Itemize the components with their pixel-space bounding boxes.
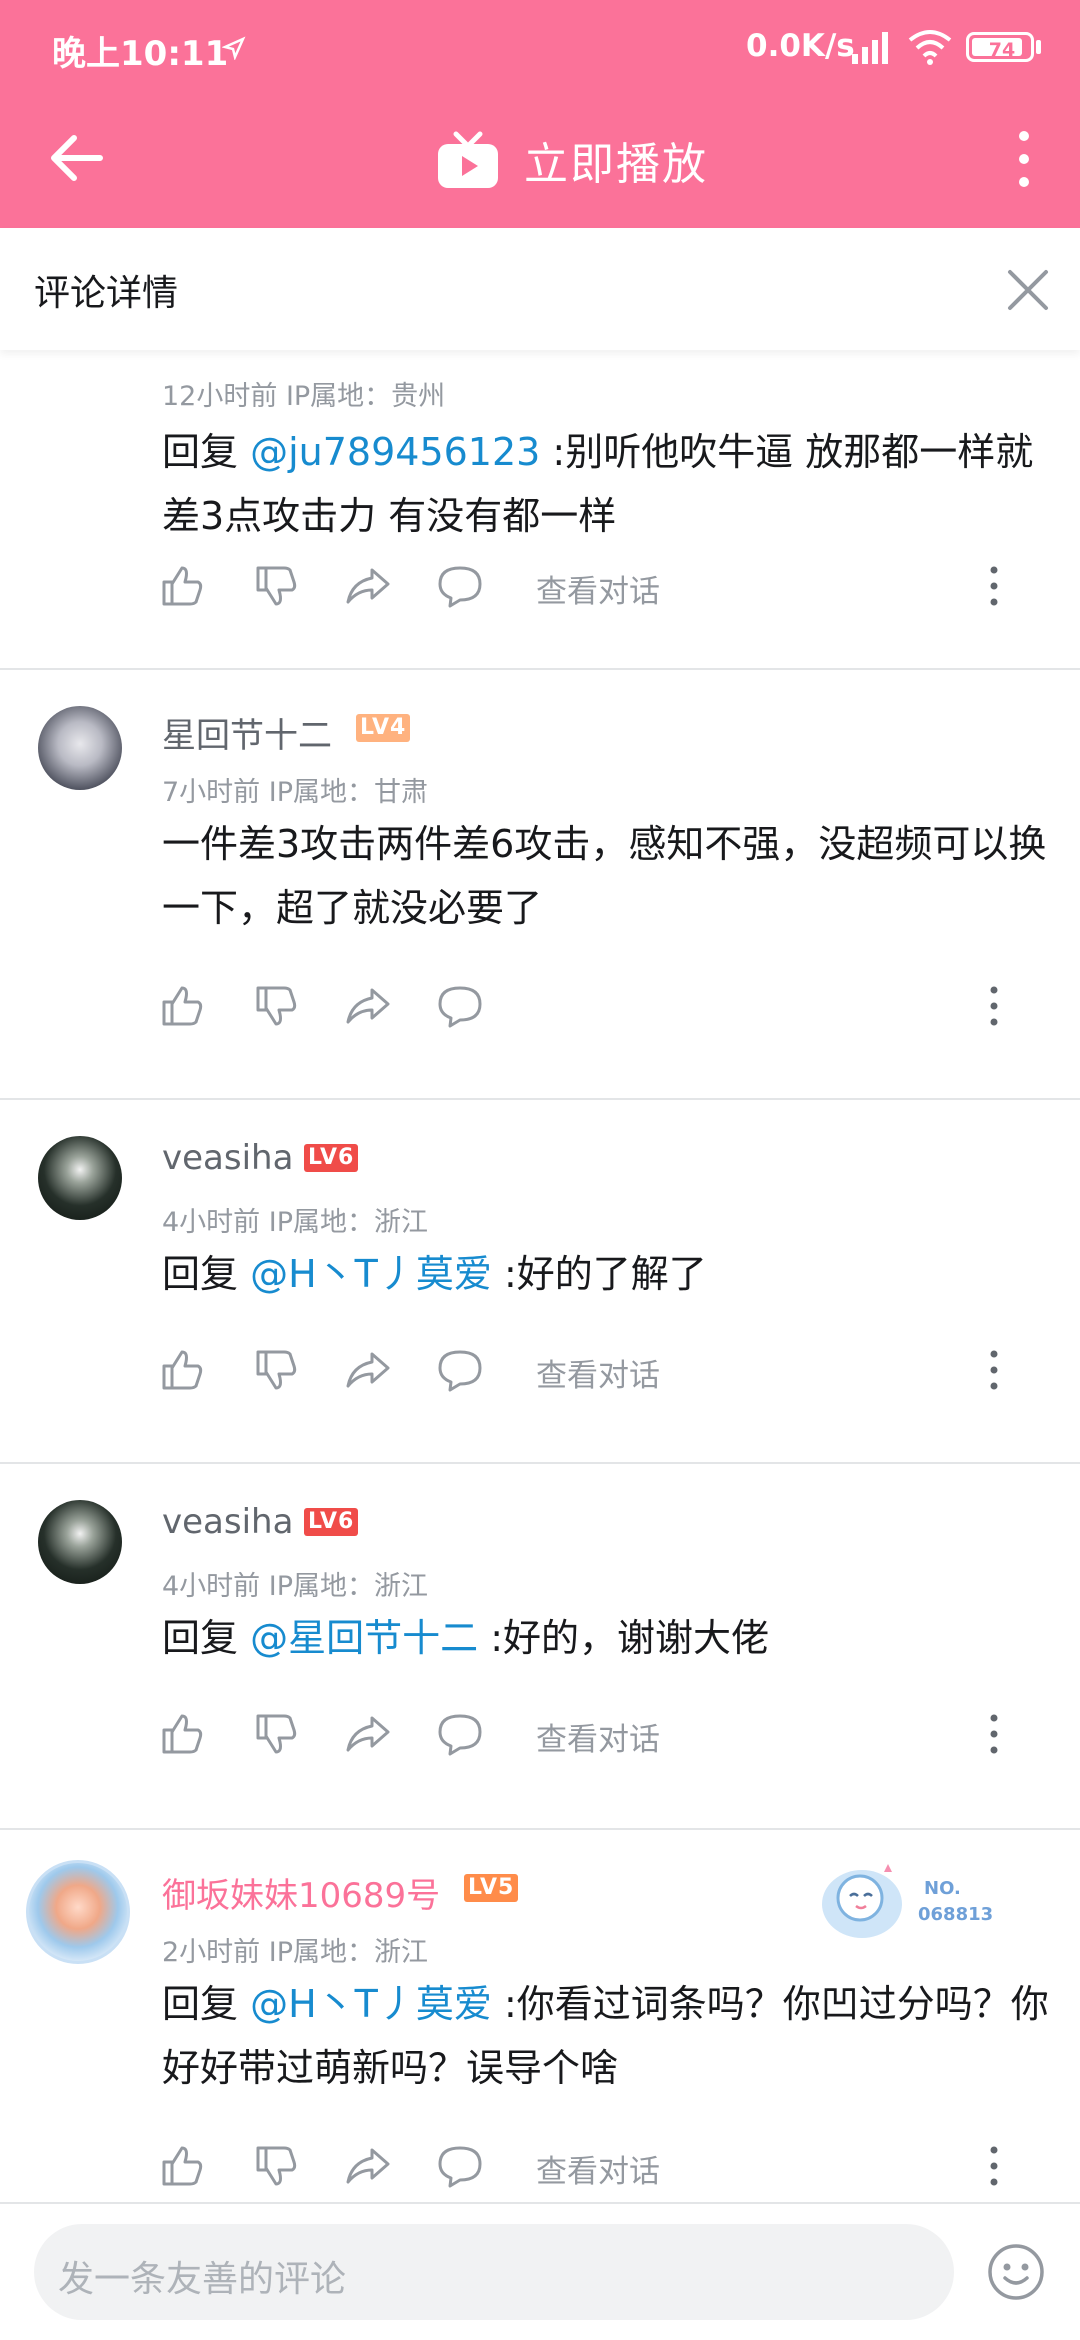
battery-icon: 74 [966,32,1034,62]
reply-prefix: 回复 [162,1252,251,1296]
comment-bubble-icon[interactable] [436,1710,484,1758]
comment-detail-header: 评论详情 [0,228,1080,350]
header-title: 立即播放 [524,139,708,190]
level-badge: LV4 [356,714,411,742]
comment-actions: 查看对话 [158,1346,1058,1402]
view-conversation-link[interactable]: 查看对话 [536,1350,660,1395]
mention-link[interactable]: @H丶T丿莫爱 [250,1252,492,1296]
thumbs-down-icon[interactable] [252,982,300,1030]
comment-bubble-icon[interactable] [436,1346,484,1394]
comment-actions [158,982,1058,1038]
comment-meta: 4小时前 IP属地：浙江 [162,1207,429,1238]
username[interactable]: veasiha [162,1138,293,1178]
comment-input-bar: 发一条友善的评论 [0,2202,1080,2340]
view-conversation-link[interactable]: 查看对话 [536,1714,660,1759]
comment-meta: 12小时前 IP属地：贵州 [162,381,446,412]
tv-play-icon [438,131,498,188]
avatar[interactable] [38,1500,122,1584]
location-arrow-icon [222,36,246,60]
comment-actions: 查看对话 [158,562,1058,618]
emoji-icon[interactable] [986,2242,1046,2302]
avatar[interactable] [38,1136,122,1220]
share-icon[interactable] [344,562,392,610]
comment-content: 一件差3攻击两件差6攻击，感知不强，没超频可以换一下，超了就没必要了 [162,812,1052,940]
thumbs-up-icon[interactable] [158,2142,206,2190]
comment-meta: 4小时前 IP属地：浙江 [162,1571,429,1602]
more-vertical-icon[interactable] [984,2142,1004,2190]
thumbs-down-icon[interactable] [252,1710,300,1758]
top-bar: 晚上10:11 0.0K/s 74 立即播放 [0,0,1080,228]
level-badge: LV6 [304,1144,359,1172]
comment-meta: 7小时前 IP属地：甘肃 [162,777,429,808]
comment-actions: 查看对话 [158,2142,1058,2198]
comment-content: 回复 @星回节十二 :好的，谢谢大佬 [162,1606,1052,1670]
avatar[interactable] [38,706,122,790]
mention-link[interactable]: @ju789456123 [250,430,540,474]
thumbs-up-icon[interactable] [158,1346,206,1394]
share-icon[interactable] [344,1710,392,1758]
thumbs-up-icon[interactable] [158,982,206,1030]
reply-prefix: 回复 [162,1982,251,2026]
reply-prefix: 回复 [162,1616,251,1660]
wifi-icon [908,30,952,65]
more-vertical-icon[interactable] [984,1710,1004,1758]
app-root: 晚上10:11 0.0K/s 74 立即播放 评论详情 12小时前 IP属地：贵… [0,0,1080,2340]
play-now-button[interactable]: 立即播放 [436,120,708,200]
comment-bubble-icon[interactable] [436,562,484,610]
more-vertical-icon[interactable] [984,982,1004,1030]
comment-content: 回复 @H丶T丿莫爱 :你看过词条吗？你凹过分吗？你好好带过萌新吗？误导个啥 [162,1972,1052,2100]
network-speed: 0.0K/s [746,28,855,64]
status-bar: 晚上10:11 0.0K/s 74 [0,0,1080,98]
comment-content: 回复 @H丶T丿莫爱 :好的了解了 [162,1242,1052,1306]
view-conversation-link[interactable]: 查看对话 [536,2146,660,2191]
view-conversation-link[interactable]: 查看对话 [536,566,660,611]
comment-input-placeholder: 发一条友善的评论 [58,2259,347,2300]
username[interactable]: veasiha [162,1502,293,1542]
comment-input[interactable]: 发一条友善的评论 [34,2224,954,2320]
avatar[interactable] [26,1860,130,1964]
comment-content: 回复 @ju789456123 :别听他吹牛逼 放那都一样就差3点攻击力 有没有… [162,420,1052,548]
fan-badge-line2: 068813 [918,1904,993,1925]
level-badge: LV5 [464,1874,519,1902]
comment-bubble-icon[interactable] [436,2142,484,2190]
battery-level: 74 [988,39,1016,61]
username[interactable]: 星回节十二 [162,708,332,757]
signal-icon [852,32,888,64]
fan-badge-line1: NO. [924,1878,961,1899]
comment-text: :好的，谢谢大佬 [478,1616,769,1660]
comment-text: 一件差3攻击两件差6攻击，感知不强，没超频可以换一下，超了就没必要了 [162,822,1047,930]
more-vertical-icon[interactable] [1004,124,1044,194]
comment-meta: 2小时前 IP属地：浙江 [162,1937,429,1968]
header: 立即播放 [0,98,1080,228]
thumbs-down-icon[interactable] [252,2142,300,2190]
more-vertical-icon[interactable] [984,1346,1004,1394]
comment-actions: 查看对话 [158,1710,1058,1766]
more-vertical-icon[interactable] [984,562,1004,610]
thumbs-down-icon[interactable] [252,562,300,610]
back-button[interactable] [42,124,110,192]
share-icon[interactable] [344,1346,392,1394]
mention-link[interactable]: @星回节十二 [250,1616,478,1660]
close-icon[interactable] [1006,268,1050,312]
fan-badge: NO. 068813 [822,1864,993,1938]
reply-prefix: 回复 [162,430,251,474]
thumbs-up-icon[interactable] [158,1710,206,1758]
thumbs-down-icon[interactable] [252,1346,300,1394]
comment-bubble-icon[interactable] [436,982,484,1030]
comment-text: :好的了解了 [491,1252,707,1296]
thumbs-up-icon[interactable] [158,562,206,610]
username[interactable]: 御坂妹妹10689号 [162,1868,440,1917]
comment-item: veasiha LV6 4小时前 IP属地：浙江 回复 @星回节十二 :好的，谢… [0,1464,1080,1830]
panel-title: 评论详情 [34,273,179,314]
share-icon[interactable] [344,982,392,1030]
share-icon[interactable] [344,2142,392,2190]
comment-item: 星回节十二 LV4 7小时前 IP属地：甘肃 一件差3攻击两件差6攻击，感知不强… [0,670,1080,1100]
comment-item: veasiha LV6 4小时前 IP属地：浙江 回复 @H丶T丿莫爱 :好的了… [0,1100,1080,1464]
level-badge: LV6 [304,1508,359,1536]
comment-item: 12小时前 IP属地：贵州 回复 @ju789456123 :别听他吹牛逼 放那… [0,350,1080,670]
status-time: 晚上10:11 [52,34,229,74]
mention-link[interactable]: @H丶T丿莫爱 [250,1982,492,2026]
battery-tip [1036,40,1041,54]
